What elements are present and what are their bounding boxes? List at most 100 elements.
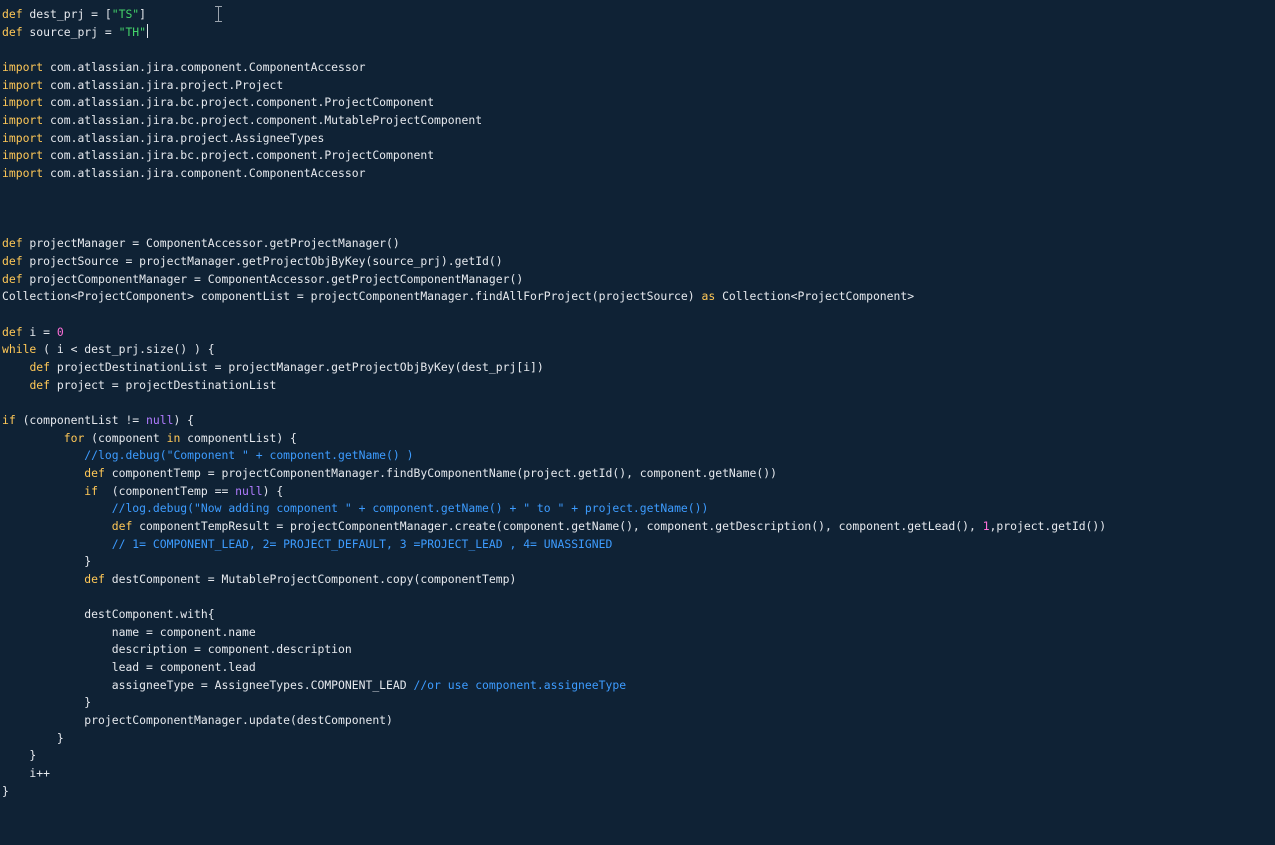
code-token: import <box>2 112 44 127</box>
code-token: description = component.description <box>2 642 352 657</box>
code-token: com.atlassian.jira.component.ComponentAc… <box>43 59 366 74</box>
code-token: def <box>2 24 23 39</box>
code-line[interactable]: def dest_prj = ["TS"] <box>2 5 146 23</box>
code-line[interactable]: import com.atlassian.jira.project.Assign… <box>2 129 324 147</box>
code-token: def <box>29 360 51 374</box>
code-line[interactable]: } <box>2 729 64 747</box>
code-token: if <box>84 483 99 498</box>
code-token: import <box>2 59 44 74</box>
code-token: componentTempResult = projectComponentMa… <box>132 518 983 533</box>
code-token: import <box>2 130 44 145</box>
code-line[interactable]: def projectComponentManager = ComponentA… <box>2 270 523 288</box>
code-token: ) { <box>173 412 195 427</box>
code-line[interactable]: name = component.name <box>2 623 256 641</box>
code-line[interactable]: i++ <box>2 764 50 782</box>
code-line[interactable]: lead = component.lead <box>2 658 256 676</box>
code-line[interactable]: import com.atlassian.jira.project.Projec… <box>2 76 283 94</box>
code-line[interactable]: // 1= COMPONENT_LEAD, 2= PROJECT_DEFAULT… <box>2 535 613 553</box>
code-line[interactable]: def projectManager = ComponentAccessor.g… <box>2 234 400 252</box>
code-line[interactable]: def destComponent = MutableProjectCompon… <box>2 570 516 588</box>
code-line[interactable]: projectComponentManager.update(destCompo… <box>2 711 393 729</box>
code-token: as <box>701 289 716 304</box>
code-token: com.atlassian.jira.project.Project <box>43 77 284 92</box>
code-token: } <box>2 554 92 569</box>
code-token: (componentTemp == <box>98 483 236 498</box>
code-token: i++ <box>2 765 51 780</box>
code-line[interactable]: import com.atlassian.jira.bc.project.com… <box>2 111 482 129</box>
code-token: def <box>2 7 23 21</box>
code-token: import <box>2 77 44 92</box>
code-token: (componentList != <box>15 412 147 427</box>
code-line[interactable]: //log.debug("Component " + component.get… <box>2 446 413 464</box>
code-line[interactable]: def i = 0 <box>2 323 64 341</box>
code-token: source_prj = <box>22 24 119 39</box>
code-token: null <box>146 412 174 427</box>
code-token: projectDestinationList = projectManager.… <box>50 360 544 374</box>
code-token: com.atlassian.jira.bc.project.component.… <box>43 148 435 163</box>
text-cursor-icon <box>214 6 224 22</box>
code-line[interactable]: while ( i < dest_prj.size() ) { <box>2 340 215 358</box>
code-token: componentList) { <box>180 430 297 445</box>
code-token: "TS" <box>111 7 140 21</box>
code-line[interactable]: } <box>2 552 91 570</box>
code-token: ,project.getId()) <box>989 518 1107 533</box>
code-token: name = component.name <box>2 624 256 639</box>
code-line[interactable]: } <box>2 746 36 764</box>
code-token: if <box>2 412 16 427</box>
code-line[interactable]: if (componentTemp == null) { <box>2 482 283 500</box>
code-token: componentTemp = projectComponentManager.… <box>104 465 777 480</box>
code-token: (component <box>84 430 167 445</box>
code-line[interactable]: assigneeType = AssigneeTypes.COMPONENT_L… <box>2 676 626 694</box>
code-token: def <box>84 571 105 586</box>
code-token: 1 <box>982 518 990 533</box>
code-token: //log.debug("Component " + component.get… <box>84 448 414 463</box>
code-line[interactable]: description = component.description <box>2 640 352 658</box>
code-line[interactable]: for (component in componentList) { <box>2 429 297 447</box>
code-line[interactable]: //log.debug("Now adding component " + co… <box>2 499 709 517</box>
code-token: def <box>84 465 105 480</box>
code-line[interactable]: if (componentList != null) { <box>2 411 194 429</box>
code-line[interactable]: import com.atlassian.jira.component.Comp… <box>2 164 365 182</box>
code-token: 0 <box>56 324 64 339</box>
code-line[interactable]: import com.atlassian.jira.bc.project.com… <box>2 146 434 164</box>
code-token: i = <box>22 324 57 339</box>
code-line[interactable]: } <box>2 782 9 800</box>
code-line[interactable]: import com.atlassian.jira.component.Comp… <box>2 58 365 76</box>
code-line[interactable]: destComponent.with{ <box>2 605 214 623</box>
code-token: def <box>111 518 133 533</box>
code-token: def <box>2 236 23 251</box>
code-line[interactable]: def source_prj = "TH" <box>2 23 149 41</box>
code-line[interactable]: def project = projectDestinationList <box>2 376 276 394</box>
code-token: projectComponentManager.update(destCompo… <box>2 713 393 727</box>
code-line[interactable]: import com.atlassian.jira.bc.project.com… <box>2 93 434 111</box>
code-editor[interactable]: def dest_prj = ["TS"] def source_prj = "T… <box>0 0 1275 845</box>
text-caret <box>147 23 149 38</box>
code-token: in <box>166 430 181 445</box>
code-token: } <box>2 730 64 745</box>
code-token: } <box>2 783 9 798</box>
code-line[interactable]: def projectSource = projectManager.getPr… <box>2 252 503 270</box>
code-line[interactable]: def componentTempResult = projectCompone… <box>2 517 1106 535</box>
code-token: //log.debug("Now adding component " + co… <box>111 501 709 516</box>
code-line[interactable]: Collection<ProjectComponent> componentLi… <box>2 287 914 305</box>
code-line[interactable]: def componentTemp = projectComponentMana… <box>2 464 777 482</box>
code-token: ) { <box>262 483 284 498</box>
code-token: project = projectDestinationList <box>50 377 277 392</box>
code-line[interactable]: def projectDestinationList = projectMana… <box>2 358 544 376</box>
code-token: } <box>2 695 92 710</box>
code-token: def <box>2 271 23 286</box>
code-token: com.atlassian.jira.bc.project.component.… <box>43 95 435 110</box>
code-token: // 1= COMPONENT_LEAD, 2= PROJECT_DEFAULT… <box>111 536 613 551</box>
code-line[interactable]: } <box>2 693 91 711</box>
code-token: } <box>2 748 37 763</box>
code-token: def <box>29 377 51 392</box>
code-token: com.atlassian.jira.component.ComponentAc… <box>43 165 366 180</box>
